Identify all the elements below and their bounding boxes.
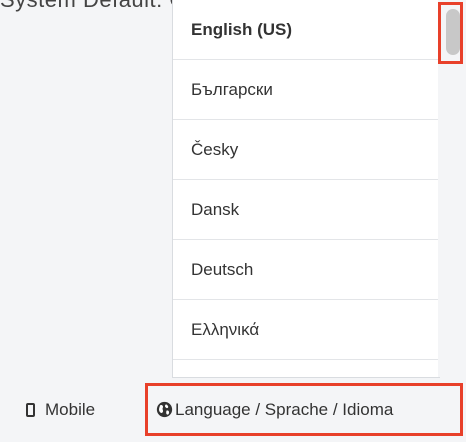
globe-icon [156,401,173,418]
language-option[interactable]: Deutsch [173,240,439,300]
language-option[interactable]: Dansk [173,180,439,240]
language-selector-link[interactable]: Language / Sprache / Idioma [145,383,463,436]
language-dropdown[interactable]: English (US) Български Česky Dansk Deuts… [172,0,440,378]
language-option[interactable]: English (US) [173,0,439,60]
footer: Mobile Language / Sprache / Idioma [0,380,466,442]
scrollbar-highlight-box [438,2,463,64]
language-option[interactable]: Български [173,60,439,120]
language-option[interactable]: Ελληνικά [173,300,439,360]
language-link-label: Language / Sprache / Idioma [175,399,394,419]
mobile-link[interactable]: Mobile [26,400,95,420]
mobile-phone-icon [26,403,35,417]
mobile-link-label: Mobile [45,400,96,419]
language-option[interactable]: Česky [173,120,439,180]
